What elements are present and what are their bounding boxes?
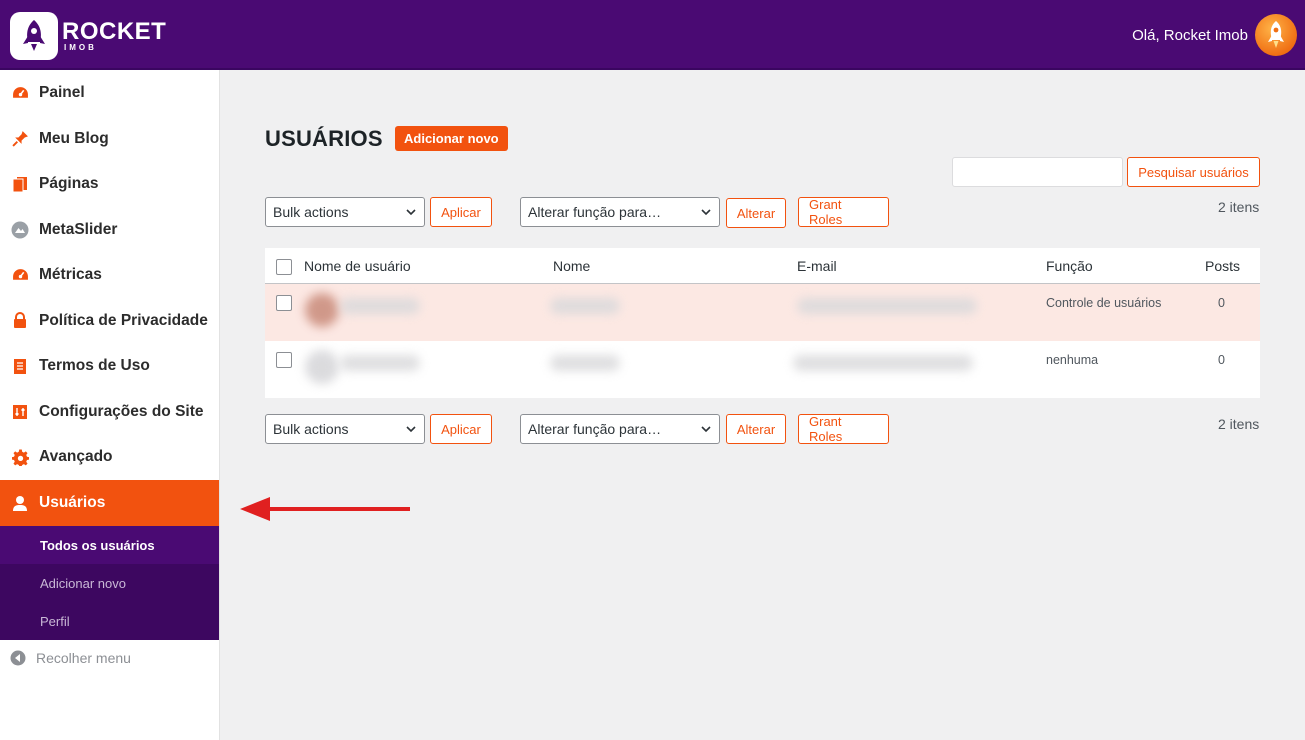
bulk-actions-select-bottom[interactable]: Bulk actions bbox=[265, 414, 425, 444]
sidebar-item-paginas[interactable]: Páginas bbox=[0, 162, 219, 208]
sidebar-item-label: Usuários bbox=[39, 494, 106, 511]
sidebar-item-metricas[interactable]: Métricas bbox=[0, 253, 219, 299]
sidebar-item-painel[interactable]: Painel bbox=[0, 71, 219, 117]
bulk-actions-value: Bulk actions bbox=[273, 204, 349, 220]
column-header-name[interactable]: Nome bbox=[553, 258, 590, 274]
users-table: Nome de usuário Nome E-mail Função Posts… bbox=[265, 248, 1260, 398]
dashboard-icon bbox=[11, 84, 29, 102]
change-role-button[interactable]: Alterar bbox=[726, 198, 786, 228]
change-role-select[interactable]: Alterar função para… bbox=[520, 197, 720, 227]
collapse-menu-label: Recolher menu bbox=[36, 650, 131, 666]
column-header-email[interactable]: E-mail bbox=[797, 258, 837, 274]
collapse-arrow-icon bbox=[10, 650, 26, 666]
logo-subtitle: IMOB bbox=[64, 43, 97, 52]
apply-bulk-button[interactable]: Aplicar bbox=[430, 197, 492, 227]
items-count: 2 itens bbox=[1218, 199, 1260, 215]
change-role-value: Alterar função para… bbox=[528, 421, 662, 437]
sidebar-item-avancado[interactable]: Avançado bbox=[0, 435, 219, 481]
sidebar-item-label: MetaSlider bbox=[39, 220, 118, 238]
chevron-down-icon bbox=[406, 209, 416, 216]
user-role: nenhuma bbox=[1046, 353, 1099, 367]
sidebar-item-label: Termos de Uso bbox=[39, 357, 150, 375]
users-submenu: Todos os usuários Adicionar novo Perfil bbox=[0, 526, 219, 640]
username-link[interactable] bbox=[340, 355, 420, 371]
table-row: nenhuma 0 bbox=[265, 341, 1260, 398]
pages-icon bbox=[11, 175, 29, 193]
search-users-input[interactable] bbox=[952, 157, 1123, 187]
sidebar-item-label: Configurações do Site bbox=[39, 402, 204, 420]
sidebar-item-label: Métricas bbox=[39, 266, 102, 284]
grant-roles-button-bottom[interactable]: Grant Roles bbox=[798, 414, 889, 444]
logo-title: ROCKET bbox=[62, 18, 167, 45]
top-bar: ROCKET IMOB Olá, Rocket Imob bbox=[0, 0, 1305, 70]
chevron-down-icon bbox=[701, 209, 711, 216]
page-title: USUÁRIOS bbox=[265, 126, 383, 151]
user-role: Controle de usuários bbox=[1046, 296, 1162, 310]
user-posts-count[interactable]: 0 bbox=[1218, 296, 1225, 310]
column-header-posts[interactable]: Posts bbox=[1205, 258, 1240, 274]
change-role-button-bottom[interactable]: Alterar bbox=[726, 414, 786, 444]
sidebar-item-usuarios[interactable]: Usuários bbox=[0, 480, 219, 526]
sidebar-item-label: Meu Blog bbox=[39, 129, 109, 147]
settings-sliders-icon bbox=[11, 403, 29, 421]
sidebar-item-label: Avançado bbox=[39, 448, 113, 466]
search-users-button[interactable]: Pesquisar usuários bbox=[1127, 157, 1260, 187]
table-row: Controle de usuários 0 bbox=[265, 284, 1260, 341]
metrics-icon bbox=[11, 266, 29, 284]
grant-roles-button[interactable]: Grant Roles bbox=[798, 197, 889, 227]
submenu-item-adicionar-novo[interactable]: Adicionar novo bbox=[0, 564, 219, 602]
sidebar-item-label: Painel bbox=[39, 84, 85, 102]
user-greeting[interactable]: Olá, Rocket Imob bbox=[1132, 27, 1248, 44]
change-role-select-bottom[interactable]: Alterar função para… bbox=[520, 414, 720, 444]
sidebar-item-label: Páginas bbox=[39, 175, 99, 193]
chevron-down-icon bbox=[406, 426, 416, 433]
lock-icon bbox=[11, 312, 29, 330]
items-count-bottom: 2 itens bbox=[1218, 416, 1260, 432]
gear-icon bbox=[11, 448, 29, 466]
sidebar-item-meu-blog[interactable]: Meu Blog bbox=[0, 116, 219, 162]
user-icon bbox=[11, 494, 29, 512]
column-header-username[interactable]: Nome de usuário bbox=[304, 258, 411, 274]
select-all-checkbox[interactable] bbox=[276, 259, 292, 275]
bulk-actions-value: Bulk actions bbox=[273, 421, 349, 437]
table-header: Nome de usuário Nome E-mail Função Posts bbox=[265, 248, 1260, 284]
submenu-item-todos-os-usuarios[interactable]: Todos os usuários bbox=[0, 526, 219, 564]
rocket-icon bbox=[10, 12, 58, 60]
sidebar-item-configuracoes-do-site[interactable]: Configurações do Site bbox=[0, 389, 219, 435]
sidebar-item-politica-de-privacidade[interactable]: Política de Privacidade bbox=[0, 298, 219, 344]
sidebar-item-metaslider[interactable]: MetaSlider bbox=[0, 207, 219, 253]
sidebar: Painel Meu Blog Páginas MetaSlider Métri… bbox=[0, 70, 220, 740]
pin-icon bbox=[11, 130, 29, 148]
sidebar-item-termos-de-uso[interactable]: Termos de Uso bbox=[0, 344, 219, 390]
username-link[interactable] bbox=[340, 298, 420, 314]
user-email-link[interactable] bbox=[797, 298, 977, 314]
user-avatar bbox=[305, 350, 339, 384]
change-role-value: Alterar função para… bbox=[528, 204, 662, 220]
submenu-item-perfil[interactable]: Perfil bbox=[0, 602, 219, 640]
document-icon bbox=[11, 357, 29, 375]
site-logo[interactable]: ROCKET IMOB bbox=[10, 12, 166, 60]
apply-bulk-button-bottom[interactable]: Aplicar bbox=[430, 414, 492, 444]
row-checkbox[interactable] bbox=[276, 295, 292, 311]
slider-icon bbox=[11, 221, 29, 239]
row-checkbox[interactable] bbox=[276, 352, 292, 368]
chevron-down-icon bbox=[701, 426, 711, 433]
red-arrow-icon bbox=[240, 497, 410, 521]
rocket-avatar-icon[interactable] bbox=[1255, 14, 1297, 56]
user-posts-count[interactable]: 0 bbox=[1218, 353, 1225, 367]
column-header-role: Função bbox=[1046, 258, 1093, 274]
collapse-menu-button[interactable]: Recolher menu bbox=[0, 640, 219, 676]
user-full-name bbox=[550, 355, 620, 371]
user-avatar bbox=[305, 293, 339, 327]
sidebar-item-label: Política de Privacidade bbox=[39, 311, 208, 329]
user-full-name bbox=[550, 298, 620, 314]
add-new-user-button[interactable]: Adicionar novo bbox=[395, 126, 508, 151]
user-email-link[interactable] bbox=[793, 355, 973, 371]
bulk-actions-select[interactable]: Bulk actions bbox=[265, 197, 425, 227]
